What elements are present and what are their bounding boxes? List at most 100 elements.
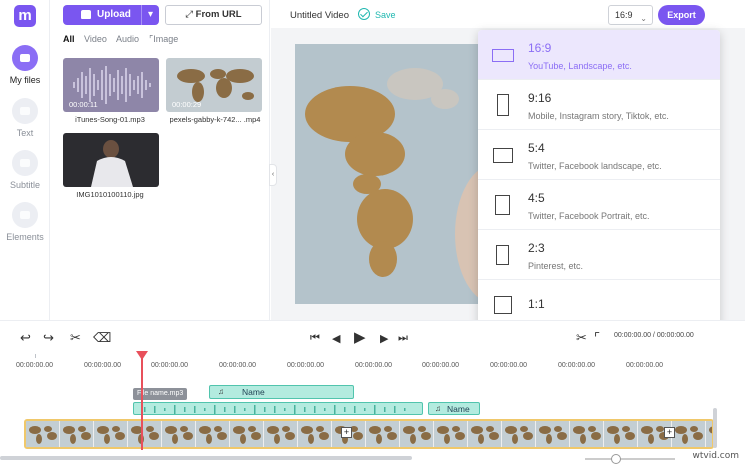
ratio-option-name: 4:5 — [528, 191, 545, 205]
undo-icon[interactable]: ↩ — [20, 330, 31, 346]
ratio-option-name: 9:16 — [528, 91, 552, 105]
ratio-option-16-9[interactable]: 16:9 YouTube, Landscape, etc. — [478, 30, 720, 80]
ratio-option-name: 5:4 — [528, 141, 545, 155]
ratio-option-desc: Mobile, Instagram story, Tiktok, etc. — [528, 111, 669, 121]
music-note-icon: ♫ — [218, 387, 224, 396]
audio-clip-label: Name — [447, 404, 470, 414]
fullscreen-icon[interactable]: ⌜ — [594, 330, 600, 346]
subtitle-icon — [12, 150, 38, 176]
aspect-ratio-value: 16:9 — [615, 10, 633, 20]
tab-video[interactable]: Video — [84, 34, 107, 44]
step-forward-icon[interactable]: ▶ — [380, 332, 388, 345]
step-back-icon[interactable]: ◀ — [332, 332, 340, 345]
aspect-ratio-menu: 16:9 YouTube, Landscape, etc. 9:16 Mobil… — [478, 30, 720, 332]
crop-icon[interactable]: ✂ — [576, 330, 587, 346]
media-duration: 00:00:11 — [69, 100, 98, 109]
zoom-slider[interactable] — [585, 458, 675, 460]
ratio-option-desc: YouTube, Landscape, etc. — [528, 61, 632, 71]
app-logo: m — [14, 5, 36, 27]
audio-clip[interactable]: ♫ Name — [209, 385, 354, 399]
zoom-slider-knob[interactable] — [611, 454, 621, 464]
ruler-label: 00:00:00.00 — [355, 362, 392, 369]
tab-audio[interactable]: Audio — [116, 34, 139, 44]
ratio-option-desc: Pinterest, etc. — [528, 261, 584, 271]
sidebar-item-text[interactable]: Text — [0, 98, 50, 138]
ratio-option-desc: Twitter, Facebook Portrait, etc. — [528, 211, 650, 221]
sidebar-item-elements[interactable]: Elements — [0, 202, 50, 242]
tab-image-label: Image — [153, 34, 179, 44]
music-note-icon: ♫ — [435, 404, 441, 413]
ratio-option-5-4[interactable]: 5:4 Twitter, Facebook landscape, etc. — [478, 130, 720, 180]
skip-forward-icon[interactable]: ⏭ — [398, 332, 408, 345]
upload-label: Upload — [97, 9, 131, 20]
ratio-9-16-icon — [497, 94, 509, 116]
chevron-down-icon: ⌄ — [640, 14, 647, 23]
waveform-icon — [144, 405, 406, 414]
playhead[interactable] — [141, 352, 143, 450]
project-title[interactable]: Untitled Video — [290, 10, 349, 21]
horizontal-scrollbar[interactable] — [0, 456, 412, 460]
skip-back-icon[interactable]: ⏮ — [310, 332, 320, 345]
from-url-button[interactable]: ⤢ From URL — [165, 5, 262, 25]
upload-icon — [81, 10, 91, 19]
add-transition-button[interactable]: + — [664, 427, 675, 438]
redo-icon[interactable]: ↪ — [43, 330, 54, 346]
media-item-image[interactable] — [63, 133, 159, 187]
ratio-option-name: 1:1 — [528, 297, 545, 311]
split-icon[interactable]: ✂ — [70, 330, 81, 346]
link-icon: ⤢ — [185, 9, 196, 20]
ratio-2-3-icon — [496, 245, 509, 265]
ruler-label: 00:00:00.00 — [558, 362, 595, 369]
media-item-name: pexels-gabby-k-742... .mp4 — [169, 115, 261, 124]
vertical-scrollbar[interactable] — [713, 408, 717, 448]
from-url-label: From URL — [195, 9, 242, 20]
aspect-ratio-select[interactable]: 16:9 ⌄ — [608, 5, 653, 25]
ruler-tick — [35, 354, 36, 358]
ratio-5-4-icon — [493, 148, 513, 163]
sidebar-item-label: My files — [9, 75, 41, 85]
ratio-16-9-icon — [492, 49, 514, 62]
sidebar-item-my-files[interactable]: My files — [0, 45, 50, 85]
ruler-label: 00:00:00.00 — [287, 362, 324, 369]
ratio-option-9-16[interactable]: 9:16 Mobile, Instagram story, Tiktok, et… — [478, 80, 720, 130]
video-track[interactable] — [24, 419, 714, 449]
sidebar-item-label: Subtitle — [9, 180, 41, 190]
ratio-option-4-5[interactable]: 4:5 Twitter, Facebook Portrait, etc. — [478, 180, 720, 230]
ruler-label: 00:00:00.00 — [84, 362, 121, 369]
timecode: 00:00:00.00 / 00:00:00.00 — [614, 332, 694, 339]
export-button[interactable]: Export — [658, 5, 705, 25]
video-frames — [26, 421, 712, 447]
sidebar-item-label: Text — [16, 128, 34, 138]
audio-track-main[interactable] — [133, 402, 423, 415]
media-item-name: IMG1010100110.jpg — [76, 190, 144, 199]
chevron-down-icon[interactable]: ▾ — [141, 5, 159, 25]
ruler-label: 00:00:00.00 — [151, 362, 188, 369]
delete-icon[interactable]: ⌫ — [93, 330, 111, 346]
sidebar-item-subtitle[interactable]: Subtitle — [0, 150, 50, 190]
folder-icon — [12, 45, 38, 71]
media-item-video[interactable]: 00:00:29 — [166, 58, 262, 112]
ratio-option-2-3[interactable]: 2:3 Pinterest, etc. — [478, 230, 720, 280]
audio-clip[interactable]: ♫ Name — [428, 402, 480, 415]
collapse-panel-handle[interactable]: ‹ — [269, 164, 277, 186]
media-item-audio[interactable]: 00:00:11 — [63, 58, 159, 112]
upload-button[interactable]: Upload ▾ — [63, 5, 159, 25]
image-thumbnail — [91, 140, 133, 187]
ratio-1-1-icon — [494, 296, 512, 314]
ruler-label: 00:00:00.00 — [219, 362, 256, 369]
ratio-option-name: 16:9 — [528, 41, 552, 55]
tab-all[interactable]: All — [63, 34, 75, 44]
audio-clip-label: Name — [242, 387, 265, 397]
ruler-label: 00:00:00.00 — [626, 362, 663, 369]
left-rail: m My files Text Subtitle Elements — [0, 0, 50, 320]
tab-image[interactable]: ⌜Image — [149, 34, 178, 45]
ratio-4-5-icon — [495, 195, 510, 215]
text-icon — [12, 98, 38, 124]
elements-icon — [12, 202, 38, 228]
save-button[interactable]: Save — [375, 10, 396, 20]
media-duration: 00:00:29 — [172, 100, 202, 109]
ruler-label: 00:00:00.00 — [16, 362, 53, 369]
ruler-label: 00:00:00.00 — [422, 362, 459, 369]
play-icon[interactable]: ▶ — [354, 328, 366, 346]
add-transition-button[interactable]: + — [341, 427, 352, 438]
